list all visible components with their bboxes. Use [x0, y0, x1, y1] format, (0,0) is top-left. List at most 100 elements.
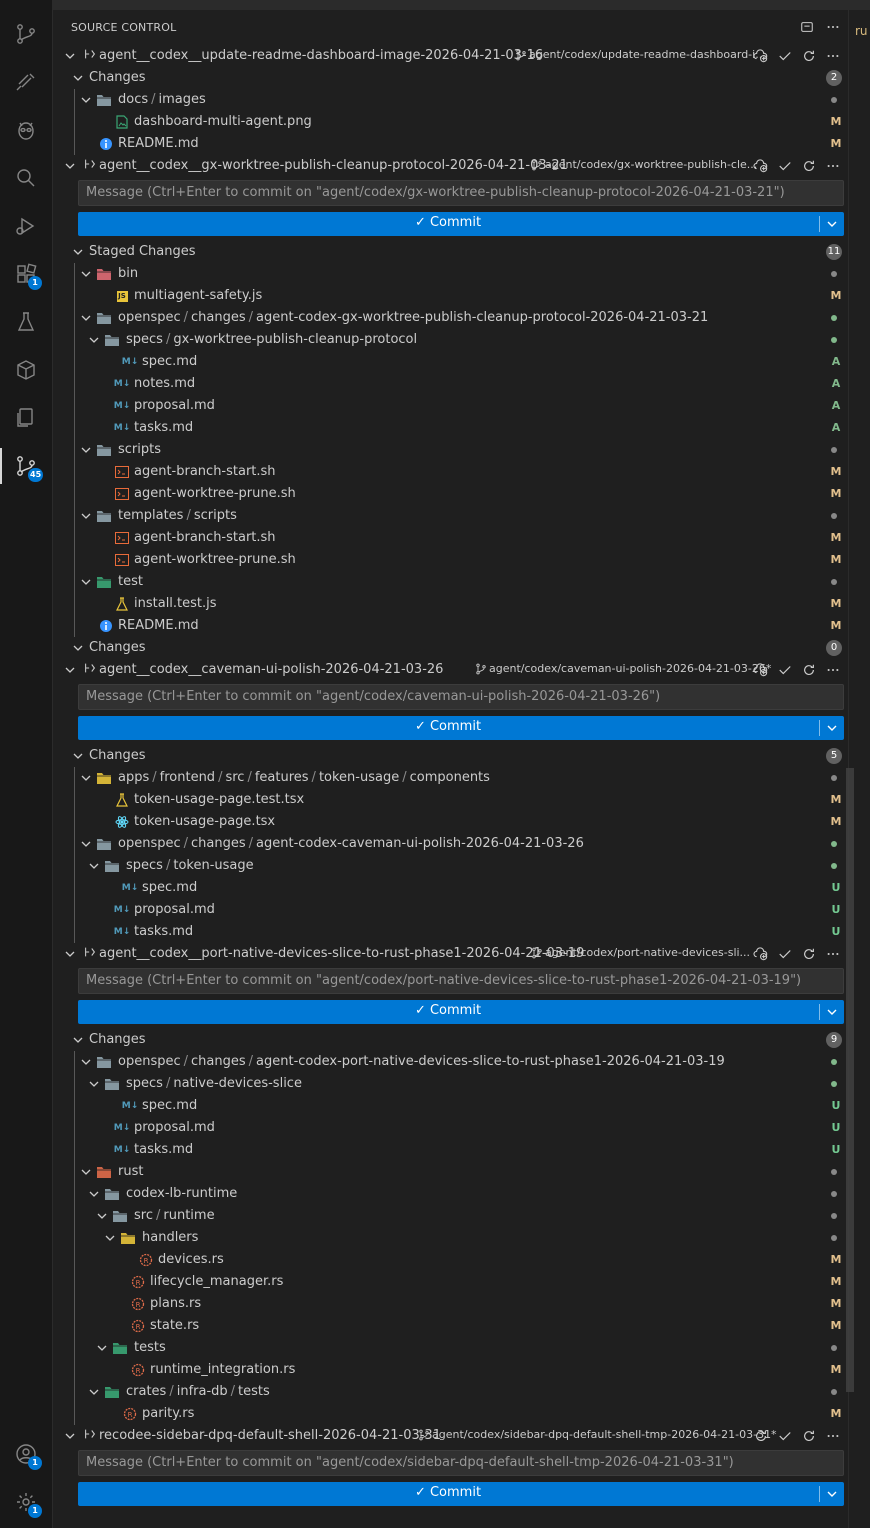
folder-row[interactable]: rust	[53, 1161, 848, 1183]
file-row[interactable]: Rruntime_integration.rs M	[53, 1359, 848, 1381]
extensions-button[interactable]: 1	[6, 256, 46, 292]
repository-header[interactable]: agent__codex__update-readme-dashboard-im…	[53, 45, 848, 67]
publish-branch-icon[interactable]	[752, 158, 770, 174]
folder-row[interactable]: scripts	[53, 439, 848, 461]
commit-options-chevron-icon[interactable]	[824, 720, 840, 736]
folder-row[interactable]: tests	[53, 1337, 848, 1359]
search-button[interactable]	[6, 160, 46, 196]
scrollbar-thumb[interactable]	[846, 768, 854, 1392]
branch-label[interactable]: agent/codex/sidebar-dpq-default-shell-tm…	[418, 1428, 777, 1441]
file-row[interactable]: M↓ tasks.md U	[53, 1139, 848, 1161]
file-row[interactable]: M↓ proposal.md U	[53, 899, 848, 921]
commit-message-input[interactable]: Message (Ctrl+Enter to commit on "agent/…	[78, 684, 844, 710]
more-actions-icon[interactable]	[824, 48, 842, 64]
folder-row[interactable]: templates / scripts	[53, 505, 848, 527]
folder-row[interactable]: openspec / changes / agent-codex-gx-worktree…	[53, 307, 848, 329]
folder-row[interactable]: test	[53, 571, 848, 593]
file-row[interactable]: agent-branch-start.sh M	[53, 461, 848, 483]
file-row[interactable]: token-usage-page.tsx M	[53, 811, 848, 833]
more-actions-icon[interactable]	[824, 18, 842, 36]
refresh-icon[interactable]	[800, 48, 818, 64]
accounts-button[interactable]: 1	[6, 1436, 46, 1472]
refresh-icon[interactable]	[800, 1428, 818, 1444]
file-row[interactable]: agent-worktree-prune.sh M	[53, 483, 848, 505]
folder-row[interactable]: codex-lb-runtime	[53, 1183, 848, 1205]
publish-branch-icon[interactable]	[752, 48, 770, 64]
folder-row[interactable]: docs / images	[53, 89, 848, 111]
changes-group-header[interactable]: Changes 9	[53, 1029, 848, 1051]
commit-button[interactable]: ✓ Commit	[78, 212, 844, 236]
folder-row[interactable]: src / runtime	[53, 1205, 848, 1227]
file-row[interactable]: M↓ spec.md U	[53, 1095, 848, 1117]
github-button[interactable]	[6, 64, 46, 100]
sync-icon[interactable]	[752, 1428, 770, 1444]
commit-check-icon[interactable]	[776, 1428, 794, 1444]
view-as-tree-icon[interactable]	[798, 18, 816, 36]
commit-check-icon[interactable]	[776, 946, 794, 962]
refresh-icon[interactable]	[800, 662, 818, 678]
changes-group-header[interactable]: Changes 2	[53, 67, 848, 89]
file-row[interactable]: agent-worktree-prune.sh M	[53, 549, 848, 571]
file-row[interactable]: install.test.js M	[53, 593, 848, 615]
commit-options-chevron-icon[interactable]	[824, 1004, 840, 1020]
repository-header[interactable]: recodee-sidebar-dpq-default-shell-2026-0…	[53, 1425, 848, 1447]
file-row[interactable]: README.md M	[53, 133, 848, 155]
changes-group-header[interactable]: Changes 0	[53, 637, 848, 659]
copy-button[interactable]	[6, 400, 46, 436]
commit-button[interactable]: ✓ Commit	[78, 1482, 844, 1506]
commit-button[interactable]: ✓ Commit	[78, 1000, 844, 1024]
folder-row[interactable]: apps / frontend / src / features / token-usage / c…	[53, 767, 848, 789]
file-row[interactable]: M↓ tasks.md U	[53, 921, 848, 943]
more-actions-icon[interactable]	[824, 662, 842, 678]
file-row[interactable]: M↓ spec.md A	[53, 351, 848, 373]
folder-row[interactable]: openspec / changes / agent-codex-caveman-ui-…	[53, 833, 848, 855]
folder-row[interactable]: bin	[53, 263, 848, 285]
testing-button[interactable]	[6, 304, 46, 340]
file-row[interactable]: M↓ spec.md U	[53, 877, 848, 899]
file-row[interactable]: dashboard-multi-agent.png M	[53, 111, 848, 133]
commit-button[interactable]: ✓ Commit	[78, 716, 844, 740]
branch-label[interactable]: agent/codex/update-readme-dashboard-i...	[515, 48, 766, 61]
refresh-icon[interactable]	[800, 158, 818, 174]
file-row[interactable]: Rstate.rs M	[53, 1315, 848, 1337]
publish-branch-icon[interactable]	[752, 662, 770, 678]
branch-label[interactable]: agent/codex/gx-worktree-publish-cle...	[531, 158, 757, 171]
file-row[interactable]: M↓ proposal.md U	[53, 1117, 848, 1139]
more-actions-icon[interactable]	[824, 1428, 842, 1444]
folder-row[interactable]: crates / infra-db / tests	[53, 1381, 848, 1403]
repository-header[interactable]: agent__codex__port-native-devices-slice-…	[53, 943, 848, 965]
file-row[interactable]: Rparity.rs M	[53, 1403, 848, 1425]
commit-options-chevron-icon[interactable]	[824, 1486, 840, 1502]
folder-row[interactable]: specs / native-devices-slice	[53, 1073, 848, 1095]
folder-row[interactable]: openspec / changes / agent-codex-port-native…	[53, 1051, 848, 1073]
branch-label[interactable]: agent/codex/port-native-devices-sli...	[531, 946, 750, 959]
more-actions-icon[interactable]	[824, 158, 842, 174]
file-row[interactable]: README.md M	[53, 615, 848, 637]
changes-group-header[interactable]: Changes 5	[53, 745, 848, 767]
commit-check-icon[interactable]	[776, 48, 794, 64]
branch-label[interactable]: agent/codex/caveman-ui-polish-2026-04-21…	[475, 662, 771, 675]
remote-explorer-button[interactable]	[6, 352, 46, 388]
commit-check-icon[interactable]	[776, 662, 794, 678]
repository-header[interactable]: agent__codex__caveman-ui-polish-2026-04-…	[53, 659, 848, 681]
changes-group-header[interactable]: Staged Changes 11	[53, 241, 848, 263]
repository-header[interactable]: agent__codex__gx-worktree-publish-cleanu…	[53, 155, 848, 177]
file-row[interactable]: M↓ proposal.md A	[53, 395, 848, 417]
commit-options-chevron-icon[interactable]	[824, 216, 840, 232]
manage-button[interactable]: 1	[6, 1484, 46, 1520]
file-row[interactable]: token-usage-page.test.tsx M	[53, 789, 848, 811]
refresh-icon[interactable]	[800, 946, 818, 962]
file-row[interactable]: M↓ notes.md A	[53, 373, 848, 395]
run-debug-button[interactable]	[6, 208, 46, 244]
file-row[interactable]: Rplans.rs M	[53, 1293, 848, 1315]
commit-message-input[interactable]: Message (Ctrl+Enter to commit on "agent/…	[78, 968, 844, 994]
file-row[interactable]: M↓ tasks.md A	[53, 417, 848, 439]
folder-row[interactable]: handlers	[53, 1227, 848, 1249]
source-control-graph-button[interactable]: 45	[0, 448, 46, 484]
file-row[interactable]: agent-branch-start.sh M	[53, 527, 848, 549]
publish-branch-icon[interactable]	[752, 946, 770, 962]
more-actions-icon[interactable]	[824, 946, 842, 962]
alien-button[interactable]	[6, 112, 46, 148]
source-control-button[interactable]	[6, 16, 46, 52]
commit-message-input[interactable]: Message (Ctrl+Enter to commit on "agent/…	[78, 180, 844, 206]
